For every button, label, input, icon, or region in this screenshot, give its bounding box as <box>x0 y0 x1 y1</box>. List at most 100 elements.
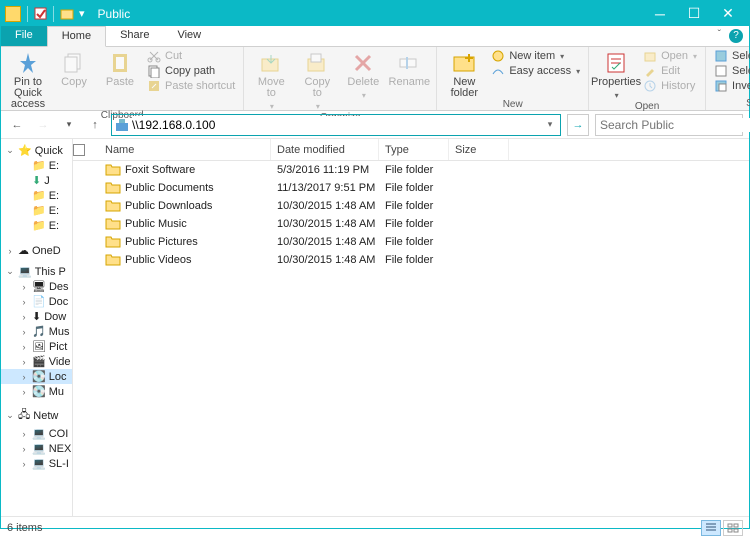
rename-button[interactable]: Rename <box>388 49 430 88</box>
paste-shortcut-button[interactable]: Paste shortcut <box>145 79 237 93</box>
tab-share[interactable]: Share <box>106 26 163 46</box>
ribbon-group-select: Select all Select none Invert selection … <box>706 47 750 110</box>
tree-quick-access[interactable]: ⌄⭐Quick <box>1 143 72 158</box>
folder-alt-icon[interactable] <box>60 7 74 21</box>
new-item-button[interactable]: New item▾ <box>489 49 582 63</box>
ribbon-group-organize: Move to▾ Copy to▾ Delete▾ Rename Organiz… <box>244 47 437 110</box>
tree-item-selected[interactable]: ›💽Loc <box>1 369 72 384</box>
ribbon-group-new: New folder New item▾ Easy access▾ New <box>437 47 589 110</box>
maximize-button[interactable]: ☐ <box>677 2 711 26</box>
address-dropdown[interactable]: ▾ <box>542 119 558 130</box>
details-view-button[interactable] <box>701 520 721 536</box>
search-box[interactable]: 🔍 <box>595 114 743 136</box>
tree-item[interactable]: ›💻COI <box>1 426 72 441</box>
history-button[interactable]: History <box>641 79 699 93</box>
tab-file[interactable]: File <box>1 26 47 46</box>
title-bar: ▾ Public ─ ☐ ✕ <box>1 1 749 26</box>
tree-onedrive[interactable]: ›☁OneD <box>1 243 72 258</box>
address-input[interactable] <box>132 116 542 134</box>
minimize-button[interactable]: ─ <box>643 2 677 26</box>
recent-locations-button[interactable]: ▾ <box>59 115 79 135</box>
copy-path-button[interactable]: Copy path <box>145 64 237 78</box>
tree-item[interactable]: 📁E: <box>1 218 72 233</box>
ribbon-group-label: Select <box>712 98 750 110</box>
file-type: File folder <box>379 164 449 176</box>
tree-item[interactable]: ›📄Doc <box>1 294 72 309</box>
tree-item[interactable]: 📁E: <box>1 203 72 218</box>
new-folder-button[interactable]: New folder <box>443 49 485 99</box>
forward-button[interactable]: → <box>33 115 53 135</box>
delete-button[interactable]: Delete▾ <box>342 49 384 101</box>
search-input[interactable] <box>600 118 750 132</box>
tree-item[interactable]: ›⬇Dow <box>1 309 72 324</box>
tree-item[interactable]: ›💽Mu <box>1 384 72 399</box>
tree-item[interactable]: ›💻SL-I <box>1 456 72 471</box>
table-row[interactable]: Public Music 10/30/2015 1:48 AMFile folde… <box>73 215 749 233</box>
tab-view[interactable]: View <box>163 26 215 46</box>
copy-to-button[interactable]: Copy to▾ <box>296 49 338 112</box>
back-button[interactable]: ← <box>7 115 27 135</box>
column-date[interactable]: Date modified <box>271 139 379 160</box>
pin-to-quick-access-button[interactable]: Pin to Quick access <box>7 49 49 110</box>
folder-icon <box>105 162 121 178</box>
file-type: File folder <box>379 218 449 230</box>
file-type: File folder <box>379 200 449 212</box>
navigation-pane[interactable]: ⌄⭐Quick 📁E: ⬇J 📁E: 📁E: 📁E: ›☁OneD ⌄💻This… <box>1 139 73 516</box>
column-type[interactable]: Type <box>379 139 449 160</box>
folder-icon <box>105 198 121 214</box>
tree-item[interactable]: ›🖼Pict <box>1 339 72 354</box>
select-none-button[interactable]: Select none <box>712 64 750 78</box>
paste-button[interactable]: Paste <box>99 49 141 88</box>
file-name: Public Music <box>125 218 187 230</box>
table-row[interactable]: Public Downloads10/30/2015 1:48 AMFile f… <box>73 197 749 215</box>
properties-button[interactable]: Properties▾ <box>595 49 637 101</box>
file-date: 10/30/2015 1:48 AM <box>271 218 379 230</box>
qat-overflow[interactable]: ▾ <box>76 7 88 20</box>
invert-selection-button[interactable]: Invert selection <box>712 79 750 93</box>
file-date: 10/30/2015 1:48 AM <box>271 254 379 266</box>
status-bar: 6 items <box>1 516 749 538</box>
qat-item-icon[interactable] <box>34 7 47 20</box>
file-name: Public Documents <box>125 182 214 194</box>
column-size[interactable]: Size <box>449 139 509 160</box>
help-icon[interactable]: ? <box>729 29 743 43</box>
copy-button[interactable]: Copy <box>53 49 95 88</box>
tree-item[interactable]: ›🎬Vide <box>1 354 72 369</box>
window-title: Public <box>98 7 131 21</box>
select-all-button[interactable]: Select all <box>712 49 750 63</box>
ribbon-group-label: New <box>443 99 582 111</box>
tree-item[interactable]: 📁E: <box>1 188 72 203</box>
move-to-button[interactable]: Move to▾ <box>250 49 292 112</box>
select-all-checkbox[interactable] <box>73 144 85 156</box>
file-date: 11/13/2017 9:51 PM <box>271 182 379 194</box>
table-row[interactable]: Public Documents11/13/2017 9:51 PMFile f… <box>73 179 749 197</box>
table-row[interactable]: Public Videos10/30/2015 1:48 AMFile fold… <box>73 251 749 269</box>
tab-home[interactable]: Home <box>47 26 106 47</box>
tree-item[interactable]: 📁E: <box>1 158 72 173</box>
go-button[interactable]: → <box>567 114 589 136</box>
table-row[interactable]: Public Pictures10/30/2015 1:48 AMFile fo… <box>73 233 749 251</box>
folder-icon <box>105 252 121 268</box>
ribbon-group-clipboard: Pin to Quick access Copy Paste Cut Copy … <box>1 47 244 110</box>
file-date: 10/30/2015 1:48 AM <box>271 200 379 212</box>
tree-item[interactable]: ⬇J <box>1 173 72 188</box>
tree-item[interactable]: ›💻NEX <box>1 441 72 456</box>
open-button[interactable]: Open▾ <box>641 49 699 63</box>
tree-item[interactable]: ›🎵Mus <box>1 324 72 339</box>
file-list: Name Date modified Type Size Foxit Softw… <box>73 139 749 516</box>
easy-access-button[interactable]: Easy access▾ <box>489 64 582 78</box>
edit-button[interactable]: Edit <box>641 64 699 78</box>
table-row[interactable]: Foxit Software5/3/2016 11:19 PMFile fold… <box>73 161 749 179</box>
close-button[interactable]: ✕ <box>711 2 745 26</box>
ribbon-collapse-icon[interactable]: ˇ <box>718 29 721 40</box>
column-name[interactable]: Name <box>99 139 271 160</box>
tree-network[interactable]: ⌄🖧Netw <box>1 405 72 426</box>
icons-view-button[interactable] <box>723 520 743 536</box>
tree-item[interactable]: ›🖥Des <box>1 279 72 294</box>
tree-this-pc[interactable]: ⌄💻This P <box>1 264 72 279</box>
cut-button[interactable]: Cut <box>145 49 237 63</box>
column-headers: Name Date modified Type Size <box>73 139 749 161</box>
address-toolbar: ← → ▾ ↑ ▾ → 🔍 <box>1 111 749 139</box>
address-bar[interactable]: ▾ <box>111 114 561 136</box>
up-button[interactable]: ↑ <box>85 115 105 135</box>
